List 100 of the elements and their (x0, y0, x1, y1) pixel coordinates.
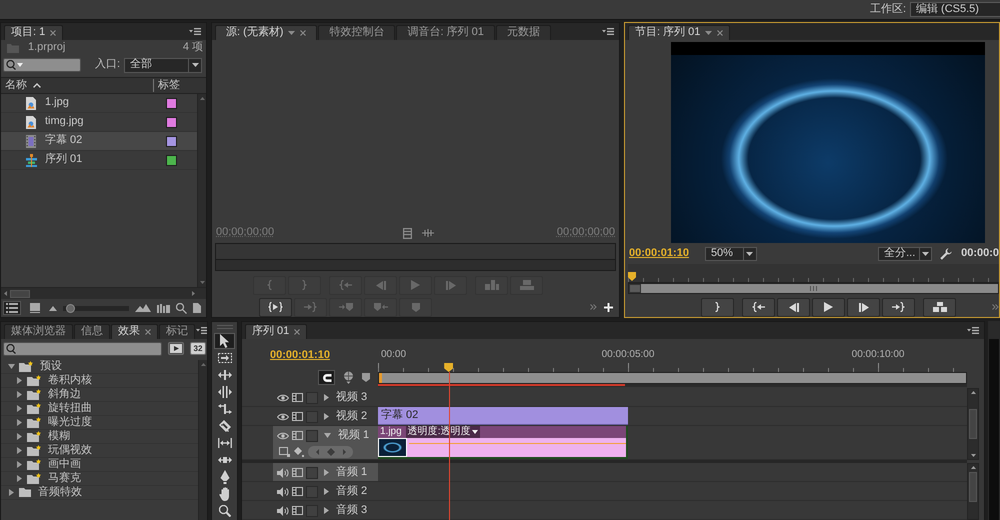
small-mountain-icon[interactable] (49, 306, 57, 310)
timecode[interactable]: 00:00:01:10 (629, 247, 689, 261)
scroll-thumb[interactable] (969, 472, 977, 502)
workspace-dropdown[interactable]: 编辑 (CS5.5) (910, 2, 1000, 17)
quality-dropdown[interactable]: 全分... (878, 247, 932, 261)
panel-menu-icon[interactable] (189, 28, 201, 35)
transport-button[interactable] (742, 298, 775, 316)
track-header[interactable]: 视频 2 (273, 407, 378, 425)
in-point-dropdown[interactable]: 全部 (124, 58, 202, 72)
transport-button[interactable] (847, 298, 880, 316)
expand-triangle-icon[interactable] (16, 433, 22, 440)
panel-tab[interactable]: 调音台: 序列 01 (396, 25, 495, 40)
timeline-clip[interactable]: 1.jpg 透明度:透明度 (378, 426, 628, 459)
split-box-icon[interactable] (292, 393, 303, 402)
scroll-down-icon[interactable] (970, 454, 976, 457)
caret-icon[interactable] (922, 252, 930, 256)
view-button[interactable] (3, 301, 21, 315)
expand-triangle-icon[interactable] (16, 377, 22, 384)
close-icon[interactable] (294, 329, 300, 335)
panel-tab[interactable]: 节目: 序列 01 (628, 25, 730, 40)
scroll-thumb[interactable] (969, 409, 977, 439)
panel-menu-icon[interactable] (967, 327, 979, 334)
expand-triangle-icon[interactable] (324, 433, 331, 438)
search-icon[interactable] (176, 302, 187, 314)
split-box-icon[interactable] (292, 506, 303, 515)
close-icon[interactable] (145, 329, 151, 335)
expand-triangle-icon[interactable] (16, 447, 22, 454)
expand-triangle-icon[interactable] (324, 469, 329, 476)
scroll-up-icon[interactable] (970, 466, 976, 469)
waveform-icon[interactable] (422, 229, 434, 237)
transport-button[interactable] (777, 298, 810, 316)
caret-icon[interactable] (746, 252, 754, 256)
transport-button[interactable] (882, 298, 915, 316)
accelerated-effects-button[interactable] (168, 342, 184, 355)
panel-menu-icon[interactable] (196, 327, 207, 334)
scroll-up-icon[interactable] (200, 97, 204, 100)
timeline-clip[interactable]: 字幕 02 (378, 407, 628, 425)
view-button[interactable] (27, 301, 43, 315)
work-area-handle[interactable] (379, 373, 382, 383)
plus-icon[interactable] (604, 302, 613, 312)
scrollbar[interactable] (1, 287, 206, 299)
tree-item-label[interactable]: 音频特效 (38, 486, 82, 500)
expand-triangle-icon[interactable] (8, 489, 14, 496)
project-item[interactable]: 字幕 02 (1, 132, 197, 151)
column-header[interactable]: 标签 (153, 78, 197, 92)
tree-item-label[interactable]: 模糊 (48, 430, 70, 444)
tree-item-label[interactable]: 曝光过度 (48, 416, 92, 430)
time-ruler[interactable]: 00:00 00:00:05:00 00:00:10:00 (378, 339, 967, 388)
caret-icon[interactable] (192, 63, 198, 67)
track-header[interactable]: 视频 1 (273, 426, 378, 459)
panel-tab[interactable]: 项目: 1 (4, 25, 64, 40)
scroll-up-icon[interactable] (970, 391, 976, 394)
keyframe-navigator[interactable] (308, 446, 353, 458)
scroll-handle[interactable] (629, 284, 641, 293)
zoom-scrollbar[interactable] (628, 283, 999, 294)
split-box-icon[interactable] (292, 431, 303, 440)
color-swatch-icon[interactable] (166, 154, 177, 166)
keyframe-icon[interactable] (294, 447, 304, 457)
tree-item-label[interactable]: 旋转扭曲 (48, 402, 92, 416)
scrollbar[interactable] (197, 94, 206, 287)
expand-triangle-icon[interactable] (324, 413, 329, 420)
sort-caret-icon[interactable] (33, 83, 41, 88)
search-field[interactable] (3, 58, 81, 72)
scrollbar[interactable] (198, 360, 207, 520)
scrollbar[interactable] (967, 388, 979, 460)
display-style-icon[interactable] (279, 447, 290, 457)
tree-item-label[interactable]: 卷积内核 (48, 374, 92, 388)
split-box-icon[interactable] (292, 487, 303, 496)
panel-tab[interactable]: 标记 (159, 324, 195, 339)
tree-item-label[interactable]: 玩偶视效 (48, 444, 92, 458)
column-header[interactable]: 名称 (1, 78, 153, 92)
project-item[interactable]: 序列 01 (1, 151, 197, 170)
scroll-up-icon[interactable] (200, 363, 206, 366)
panel-tab[interactable]: 媒体浏览器 (4, 324, 73, 339)
track-header[interactable]: 音频 1 (273, 463, 378, 481)
panel-tab[interactable]: 序列 01 (245, 324, 308, 339)
gripper-icon[interactable] (216, 325, 232, 329)
timecode[interactable]: 00:00:01:10 (270, 349, 330, 362)
double-chevron-icon[interactable] (992, 304, 999, 310)
eye-icon[interactable] (277, 412, 289, 420)
lock-toggle[interactable] (306, 466, 318, 478)
slider-thumb[interactable] (66, 304, 75, 312)
caret-icon[interactable] (472, 430, 478, 434)
expand-triangle-icon[interactable] (16, 391, 22, 398)
close-icon[interactable] (50, 30, 56, 36)
speaker-icon[interactable] (277, 506, 289, 516)
panel-tab[interactable]: 特效控制台 (318, 25, 396, 40)
tool-button[interactable] (214, 333, 235, 349)
color-swatch-icon[interactable] (166, 116, 177, 128)
eye-icon[interactable] (277, 432, 289, 440)
panel-tab[interactable]: 信息 (74, 324, 110, 339)
expand-triangle-icon[interactable] (324, 488, 329, 495)
effect-dropdown[interactable]: 透明度:透明度 (406, 426, 480, 438)
snap-button[interactable] (318, 370, 335, 385)
tree-item-label[interactable]: 画中画 (48, 458, 81, 472)
expand-triangle-icon[interactable] (324, 507, 329, 514)
scroll-left-icon[interactable] (4, 291, 7, 296)
bit-depth-button[interactable]: 32 (190, 342, 206, 355)
close-icon[interactable] (300, 30, 306, 36)
scroll-down-icon[interactable] (200, 281, 204, 284)
